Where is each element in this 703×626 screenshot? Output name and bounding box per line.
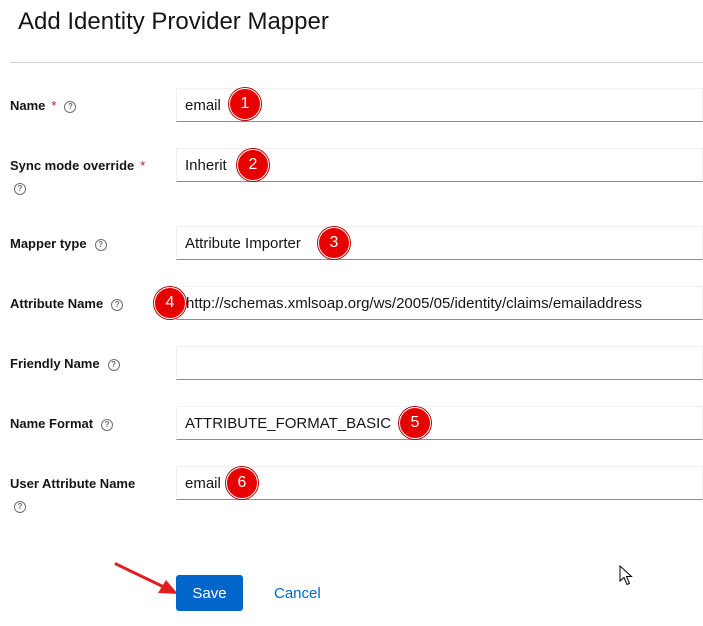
name-format-label-text: Name Format bbox=[10, 416, 94, 431]
help-icon[interactable]: ? bbox=[101, 419, 114, 431]
friendly-name-label-text: Friendly Name bbox=[10, 356, 100, 371]
name-format-select[interactable]: ATTRIBUTE_FORMAT_BASIC bbox=[176, 406, 703, 440]
cancel-button[interactable]: Cancel bbox=[266, 575, 329, 611]
help-icon[interactable]: ? bbox=[94, 239, 107, 251]
friendly-name-input[interactable] bbox=[176, 346, 703, 380]
attribute-name-label-text: Attribute Name bbox=[10, 296, 104, 311]
sync-mode-label: Sync mode override * bbox=[10, 158, 145, 173]
required-marker: * bbox=[140, 158, 146, 173]
name-format-label: Name Format? bbox=[10, 416, 114, 431]
attribute-name-label: Attribute Name? bbox=[10, 296, 124, 311]
attribute-name-input[interactable]: http://schemas.xmlsoap.org/ws/2005/05/id… bbox=[176, 286, 703, 320]
name-label-text: Name bbox=[10, 98, 46, 113]
friendly-name-label: Friendly Name? bbox=[10, 356, 120, 371]
user-attribute-name-label: User Attribute Name bbox=[10, 476, 135, 491]
annotation-badge-2: 2 bbox=[237, 149, 269, 181]
annotation-badge-6: 6 bbox=[226, 467, 258, 499]
help-icon[interactable]: ? bbox=[107, 359, 120, 371]
annotation-badge-5: 5 bbox=[399, 407, 431, 439]
page-title: Add Identity Provider Mapper bbox=[18, 8, 329, 35]
help-icon[interactable]: ? bbox=[14, 183, 26, 195]
annotation-badge-4: 4 bbox=[154, 287, 186, 319]
help-icon[interactable]: ? bbox=[14, 501, 26, 513]
annotation-badge-1: 1 bbox=[229, 88, 261, 120]
mouse-cursor-icon bbox=[619, 565, 633, 586]
help-icon[interactable]: ? bbox=[64, 101, 77, 113]
mapper-type-label: Mapper type? bbox=[10, 236, 107, 251]
mapper-type-label-text: Mapper type bbox=[10, 236, 87, 251]
help-icon[interactable]: ? bbox=[111, 299, 124, 311]
annotation-badge-3: 3 bbox=[318, 227, 350, 259]
save-button[interactable]: Save bbox=[176, 575, 243, 611]
mapper-type-field[interactable]: Attribute Importer bbox=[176, 226, 703, 260]
required-marker: * bbox=[51, 98, 57, 113]
user-attribute-name-label-text: User Attribute Name bbox=[10, 476, 136, 491]
sync-mode-label-text: Sync mode override bbox=[10, 158, 135, 173]
annotation-arrow-icon bbox=[114, 562, 178, 594]
title-divider bbox=[10, 62, 703, 63]
name-label: Name *? bbox=[10, 98, 77, 113]
